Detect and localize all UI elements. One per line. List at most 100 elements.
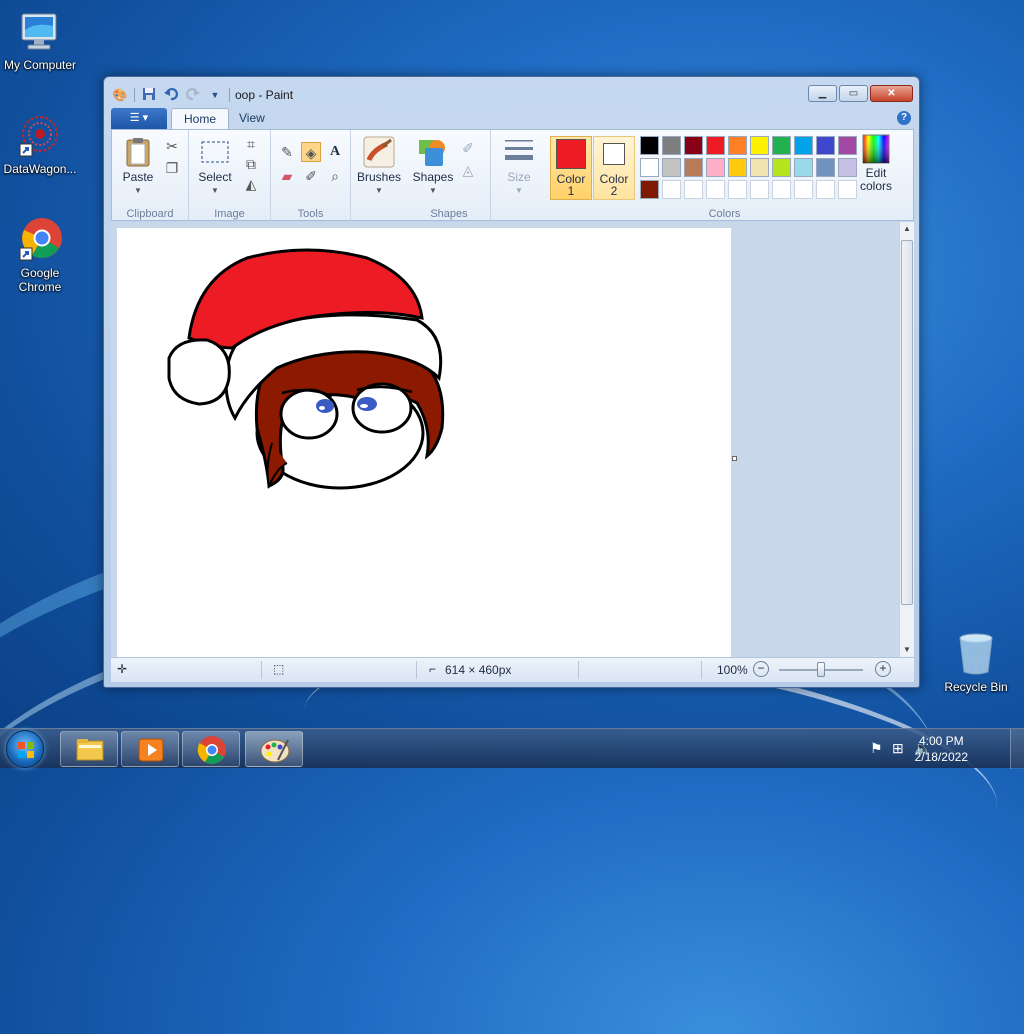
paint-menu-button[interactable]: ☰ ▾	[111, 108, 167, 129]
minimize-button[interactable]: ▁	[808, 85, 837, 102]
palette-swatch[interactable]	[684, 158, 703, 177]
undo-icon[interactable]	[163, 87, 179, 103]
edit-colors-button[interactable]: Edit colors	[853, 134, 899, 193]
action-center-flag-icon[interactable]: ⚑	[870, 740, 883, 757]
palette-swatch[interactable]	[772, 136, 791, 155]
palette-swatch[interactable]	[706, 158, 725, 177]
redo-icon[interactable]	[185, 87, 201, 103]
desktop-icon-chrome[interactable]: Google Chrome	[0, 216, 80, 294]
shape-fill-icon[interactable]: ◬	[458, 160, 478, 180]
clipboard-group: Paste ▼ ✂ ❐ Clipboard	[112, 130, 189, 222]
show-desktop-button[interactable]	[1010, 729, 1024, 769]
select-icon	[199, 136, 231, 168]
palette-swatch-empty[interactable]	[750, 180, 769, 199]
palette-swatch-empty[interactable]	[728, 180, 747, 199]
pencil-icon[interactable]: ✎	[277, 142, 297, 162]
vertical-scrollbar[interactable]: ▲ ▼	[899, 222, 914, 657]
status-bar: ✛ ⬚ ⌐ 614 × 460px 100% − +	[111, 657, 914, 682]
palette-swatch[interactable]	[684, 136, 703, 155]
palette-swatch[interactable]	[816, 136, 835, 155]
desktop-icon-my-computer[interactable]: My Computer	[0, 8, 80, 72]
folder-icon	[76, 739, 104, 761]
eraser-icon[interactable]: ▰	[277, 166, 297, 186]
desktop-icon-datawagon[interactable]: DataWagon...	[0, 112, 80, 176]
color1-button[interactable]: Color 1	[550, 136, 592, 200]
palette-swatch[interactable]	[750, 136, 769, 155]
tab-home[interactable]: Home	[171, 108, 230, 130]
cut-icon[interactable]: ✂	[162, 136, 182, 156]
palette-swatch[interactable]	[728, 136, 747, 155]
brushes-button[interactable]: Brushes ▼	[357, 136, 401, 197]
palette-swatch[interactable]	[794, 158, 813, 177]
palette-swatch[interactable]	[640, 158, 659, 177]
resize-icon[interactable]: ⧉	[241, 154, 261, 174]
palette-swatch[interactable]	[728, 158, 747, 177]
scroll-down-arrow-icon[interactable]: ▼	[900, 643, 914, 657]
desktop-icon-recycle-bin[interactable]: Recycle Bin	[936, 630, 1016, 694]
paint-app-icon[interactable]: 🎨	[112, 87, 128, 103]
palette-swatch-empty[interactable]	[772, 180, 791, 199]
title-bar[interactable]: 🎨 ▼ oop - Paint ▁ ▭ ✕	[104, 77, 919, 107]
palette-swatch[interactable]	[706, 136, 725, 155]
color2-button[interactable]: Color 2	[593, 136, 635, 200]
customize-qat-icon[interactable]: ▼	[207, 87, 223, 103]
palette-swatch-empty[interactable]	[706, 180, 725, 199]
tab-view[interactable]: View	[227, 108, 277, 130]
palette-swatch[interactable]	[750, 158, 769, 177]
desktop-icon-label: My Computer	[3, 58, 77, 72]
palette-swatch[interactable]	[794, 136, 813, 155]
close-button[interactable]: ✕	[870, 85, 913, 102]
palette-swatch[interactable]	[640, 180, 659, 199]
crop-icon[interactable]: ⌗	[241, 134, 261, 154]
drawing-canvas[interactable]	[117, 228, 731, 657]
canvas-workspace	[111, 222, 899, 657]
palette-swatch[interactable]	[662, 136, 681, 155]
taskbar-chrome[interactable]	[182, 731, 240, 767]
colors-group: Color 1 Color 2 Edit colors Colors	[547, 130, 902, 222]
palette-swatch-empty[interactable]	[794, 180, 813, 199]
network-icon[interactable]: ⊞	[892, 740, 904, 757]
image-group-label: Image	[214, 208, 245, 220]
outline-icon[interactable]: ✐	[458, 138, 478, 158]
magnifier-icon[interactable]: ⌕	[325, 166, 345, 186]
palette-swatch-empty[interactable]	[816, 180, 835, 199]
canvas-resize-handle[interactable]	[732, 456, 737, 461]
color-picker-icon[interactable]: ✐	[301, 166, 321, 186]
help-icon[interactable]: ?	[897, 111, 911, 125]
palette-swatch-empty[interactable]	[684, 180, 703, 199]
text-icon[interactable]: A	[325, 142, 345, 162]
rotate-icon[interactable]: ◭	[241, 174, 261, 194]
taskbar: ⚑ ⊞ 🔈 4:00 PM 2/18/2022	[0, 728, 1024, 769]
edit-colors-line2: colors	[859, 179, 892, 193]
tools-group-label: Tools	[297, 208, 324, 220]
taskbar-media-player[interactable]	[121, 731, 179, 767]
copy-icon[interactable]: ❐	[162, 158, 182, 178]
scroll-up-arrow-icon[interactable]: ▲	[900, 222, 914, 236]
zoom-slider-thumb[interactable]	[817, 662, 825, 677]
palette-swatch[interactable]	[772, 158, 791, 177]
cursor-position-icon: ✛	[117, 662, 128, 676]
palette-swatch[interactable]	[662, 158, 681, 177]
taskbar-paint[interactable]	[245, 731, 303, 767]
system-tray: ⚑ ⊞ 🔈 4:00 PM 2/18/2022	[854, 729, 1024, 769]
palette-swatch[interactable]	[640, 136, 659, 155]
ribbon: Paste ▼ ✂ ❐ Clipboard Select ▼ ⌗ ⧉ ◭ Ima…	[111, 129, 914, 222]
taskbar-explorer[interactable]	[60, 731, 118, 767]
image-group: Select ▼ ⌗ ⧉ ◭ Image	[189, 130, 271, 222]
scroll-thumb[interactable]	[901, 240, 913, 605]
paste-button[interactable]: Paste ▼	[118, 136, 158, 197]
fill-icon[interactable]: ◈	[301, 142, 321, 162]
select-button[interactable]: Select ▼	[195, 136, 235, 197]
color2-label-line2: 2	[610, 184, 618, 198]
window-title: oop - Paint	[235, 88, 294, 102]
save-icon[interactable]	[141, 87, 157, 103]
clock[interactable]: 4:00 PM 2/18/2022	[915, 733, 968, 765]
maximize-button[interactable]: ▭	[839, 85, 868, 102]
start-button[interactable]	[6, 730, 44, 768]
palette-swatch[interactable]	[816, 158, 835, 177]
zoom-in-button[interactable]: +	[875, 661, 891, 677]
zoom-out-button[interactable]: −	[753, 661, 769, 677]
size-button[interactable]: Size ▼	[499, 136, 539, 197]
shapes-button[interactable]: Shapes ▼	[412, 136, 454, 197]
palette-swatch-empty[interactable]	[662, 180, 681, 199]
